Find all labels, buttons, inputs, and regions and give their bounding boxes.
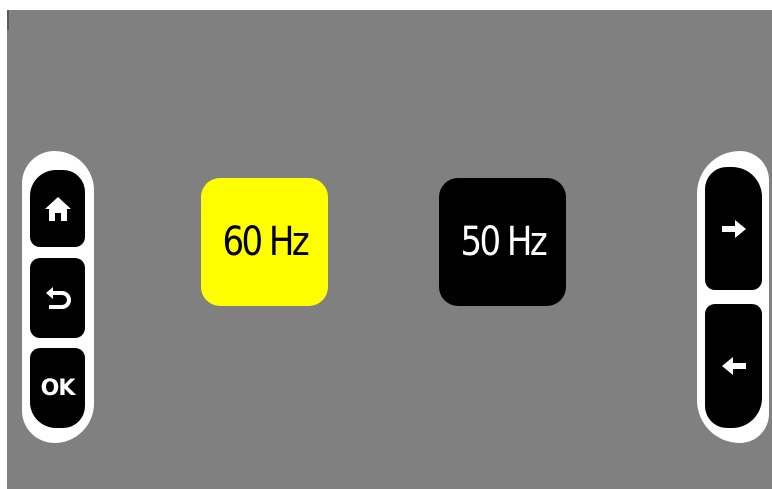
arrow-left-icon: [721, 357, 746, 375]
frequency-60hz-label: 60 Hz: [222, 219, 309, 265]
frequency-60hz-button[interactable]: 60 Hz: [201, 178, 328, 306]
home-icon: [44, 196, 71, 221]
return-icon: [45, 287, 71, 309]
back-button[interactable]: [30, 258, 85, 338]
arrow-right-icon: [721, 219, 746, 238]
ok-label: OK: [40, 375, 76, 401]
next-button[interactable]: [705, 167, 762, 290]
frequency-50hz-label: 50 Hz: [460, 219, 547, 265]
edge-mark: [7, 10, 9, 30]
frequency-50hz-button[interactable]: 50 Hz: [439, 178, 566, 306]
previous-button[interactable]: [705, 304, 762, 428]
home-button[interactable]: [30, 170, 85, 247]
ok-button[interactable]: OK: [30, 348, 85, 428]
screen-background: [7, 10, 772, 489]
